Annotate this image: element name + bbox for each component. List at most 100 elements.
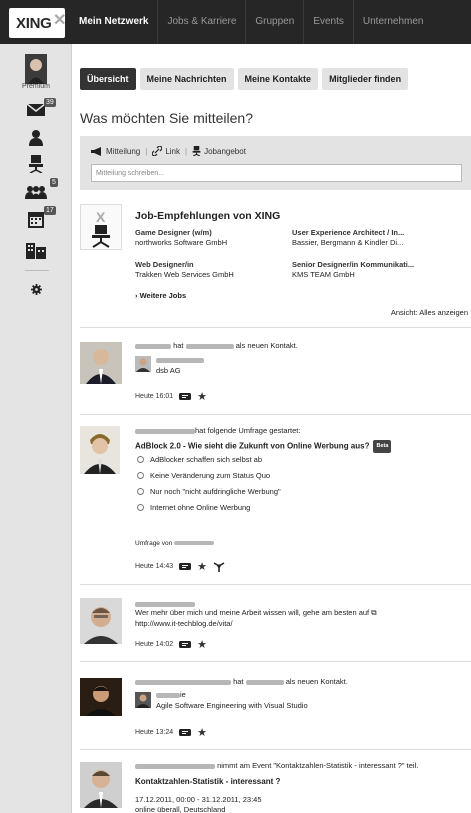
blurred-name[interactable] <box>174 541 215 546</box>
avatar[interactable] <box>80 678 122 716</box>
blurred-name[interactable] <box>135 428 195 434</box>
nav-jobs-karriere[interactable]: Jobs & Karriere <box>157 0 245 44</box>
feed-status-text: Wer mehr über mich und meine Arbeit wiss… <box>135 607 377 629</box>
action-link-label: Link <box>165 146 181 156</box>
feed-text-after: als neuen Kontakt. <box>285 677 348 686</box>
status-input[interactable]: Mitteilung schreiben... <box>91 164 462 182</box>
nav-gruppen[interactable]: Gruppen <box>245 0 303 44</box>
avatar[interactable] <box>80 762 122 808</box>
poll-title[interactable]: AdBlock 2.0 - Wie sieht die Zukunft von … <box>135 440 392 453</box>
blurred-name[interactable] <box>185 343 234 349</box>
action-link[interactable]: Link <box>152 146 180 156</box>
job-title[interactable]: User Experience Architect / In... <box>292 228 404 238</box>
radio-button[interactable] <box>137 488 144 495</box>
share-icon[interactable] <box>213 561 225 572</box>
contact-avatar[interactable] <box>135 692 151 708</box>
poll-option-label: AdBlocker schaffen sich selbst ab <box>150 455 263 464</box>
sidebar-messages[interactable]: 39 <box>0 96 72 124</box>
status-url[interactable]: http://www.it-techblog.de/vita/ <box>135 619 233 628</box>
blurred-name[interactable] <box>245 679 284 685</box>
sidebar-companies[interactable] <box>0 236 72 264</box>
top-navigation-bar: XING ✕ Mein Netzwerk Jobs & Karriere Grup… <box>0 0 471 44</box>
action-separator: | <box>185 146 188 156</box>
blurred-name[interactable] <box>156 357 204 363</box>
tab-meine-kontakte[interactable]: Meine Kontakte <box>237 68 319 90</box>
person-photo <box>80 342 122 384</box>
action-jobangebot-label: Jobangebot <box>204 146 246 156</box>
blurred-name[interactable] <box>135 343 171 349</box>
star-icon[interactable]: ★ <box>197 390 207 403</box>
link-icon <box>152 146 163 156</box>
feed-text-after: als neuen Kontakt. <box>235 341 298 350</box>
buildings-icon <box>26 243 46 259</box>
comment-icon[interactable] <box>179 562 192 571</box>
contact-avatar[interactable] <box>135 356 151 372</box>
feed-meta: Heute 14:43 ★ <box>135 560 225 573</box>
person-icon <box>29 130 43 146</box>
tab-meine-nachrichten[interactable]: Meine Nachrichten <box>139 68 234 90</box>
job-item[interactable]: User Experience Architect / In... Bassier… <box>292 228 404 248</box>
profile-avatar[interactable] <box>0 52 72 86</box>
action-jobangebot[interactable]: Jobangebot <box>192 146 246 156</box>
job-item[interactable]: Game Designer (w/m) northworks Software G… <box>135 228 227 248</box>
job-item[interactable]: Web Designer/in Trakken Web Services GmbH <box>135 260 234 280</box>
star-icon[interactable]: ★ <box>197 638 207 651</box>
sub-tabs: Übersicht Meine Nachrichten Meine Kontak… <box>80 68 412 90</box>
tab-uebersicht[interactable]: Übersicht <box>80 68 136 90</box>
poll-option[interactable]: Nur noch "nicht aufdringliche Werbung" <box>137 487 281 496</box>
radio-button[interactable] <box>137 472 144 479</box>
contact-info: ie Agile Software Engineering with Visual… <box>156 689 308 711</box>
poll-option[interactable]: Internet ohne Online Werbung <box>137 503 250 512</box>
show-all-filter[interactable]: Ansicht: Alles anzeigen <box>391 308 468 317</box>
job-company: northworks Software GmbH <box>135 238 228 247</box>
job-title[interactable]: Web Designer/in <box>135 260 234 270</box>
logo-text: XING <box>16 15 52 32</box>
sidebar-profile[interactable] <box>0 124 72 152</box>
beta-badge: Beta <box>373 440 392 453</box>
status-composer: Mitteilung | Link | Jobangebot Mitteilun… <box>80 136 471 190</box>
feed-time: Heute 14:43 <box>135 563 174 570</box>
nav-unternehmen[interactable]: Unternehmen <box>352 0 433 44</box>
profile-photo-icon <box>25 54 47 84</box>
avatar[interactable] <box>80 342 122 384</box>
contacts-count-badge: 5 <box>50 178 58 187</box>
job-item[interactable]: Senior Designer/in Kommunikati... KMS TEA… <box>292 260 414 280</box>
jobs-logo: X <box>80 204 122 250</box>
xing-logo[interactable]: XING ✕ <box>9 8 66 38</box>
blurred-name[interactable] <box>135 679 231 685</box>
star-icon[interactable]: ★ <box>197 560 207 573</box>
job-title[interactable]: Game Designer (w/m) <box>135 228 227 238</box>
avatar[interactable] <box>80 598 122 644</box>
radio-button[interactable] <box>137 504 144 511</box>
sidebar-events[interactable]: 17 <box>0 206 72 234</box>
star-icon[interactable]: ★ <box>197 726 207 739</box>
poll-option[interactable]: Keine Veränderung zum Status Quo <box>137 471 270 480</box>
gear-icon <box>30 283 42 295</box>
sidebar-settings[interactable] <box>0 275 72 303</box>
nav-mein-netzwerk[interactable]: Mein Netzwerk <box>70 0 157 44</box>
job-title[interactable]: Senior Designer/in Kommunikati... <box>292 260 414 270</box>
sidebar-jobs[interactable] <box>0 150 72 178</box>
poll-option[interactable]: AdBlocker schaffen sich selbst ab <box>137 455 262 464</box>
blurred-name[interactable] <box>135 601 195 607</box>
external-link-icon[interactable]: ⧉ <box>371 608 376 617</box>
sidebar-contacts[interactable]: 5 <box>0 178 72 206</box>
action-mitteilung[interactable]: Mitteilung <box>91 146 140 156</box>
blurred-name[interactable] <box>156 692 180 698</box>
event-place: online überall, Deutschland <box>135 805 226 813</box>
comment-icon[interactable] <box>179 392 192 401</box>
feed-divider <box>80 327 471 328</box>
avatar[interactable] <box>80 426 120 474</box>
tab-mitglieder-finden[interactable]: Mitglieder finden <box>322 68 409 90</box>
feed-text-before: hat <box>173 341 184 350</box>
nav-events[interactable]: Events <box>303 0 353 44</box>
comment-icon[interactable] <box>179 640 192 649</box>
radio-button[interactable] <box>137 456 144 463</box>
main-nav: Mein Netzwerk Jobs & Karriere Gruppen Ev… <box>70 0 432 44</box>
feed-item-text: hat als neuen Kontakt. <box>135 676 348 687</box>
event-title[interactable]: Kontaktzahlen-Statistik - interessant ? <box>135 776 280 787</box>
feed-time: Heute 14:02 <box>135 641 174 648</box>
more-jobs-link[interactable]: › Weitere Jobs <box>135 291 186 300</box>
comment-icon[interactable] <box>179 728 192 737</box>
blurred-name[interactable] <box>135 763 215 769</box>
